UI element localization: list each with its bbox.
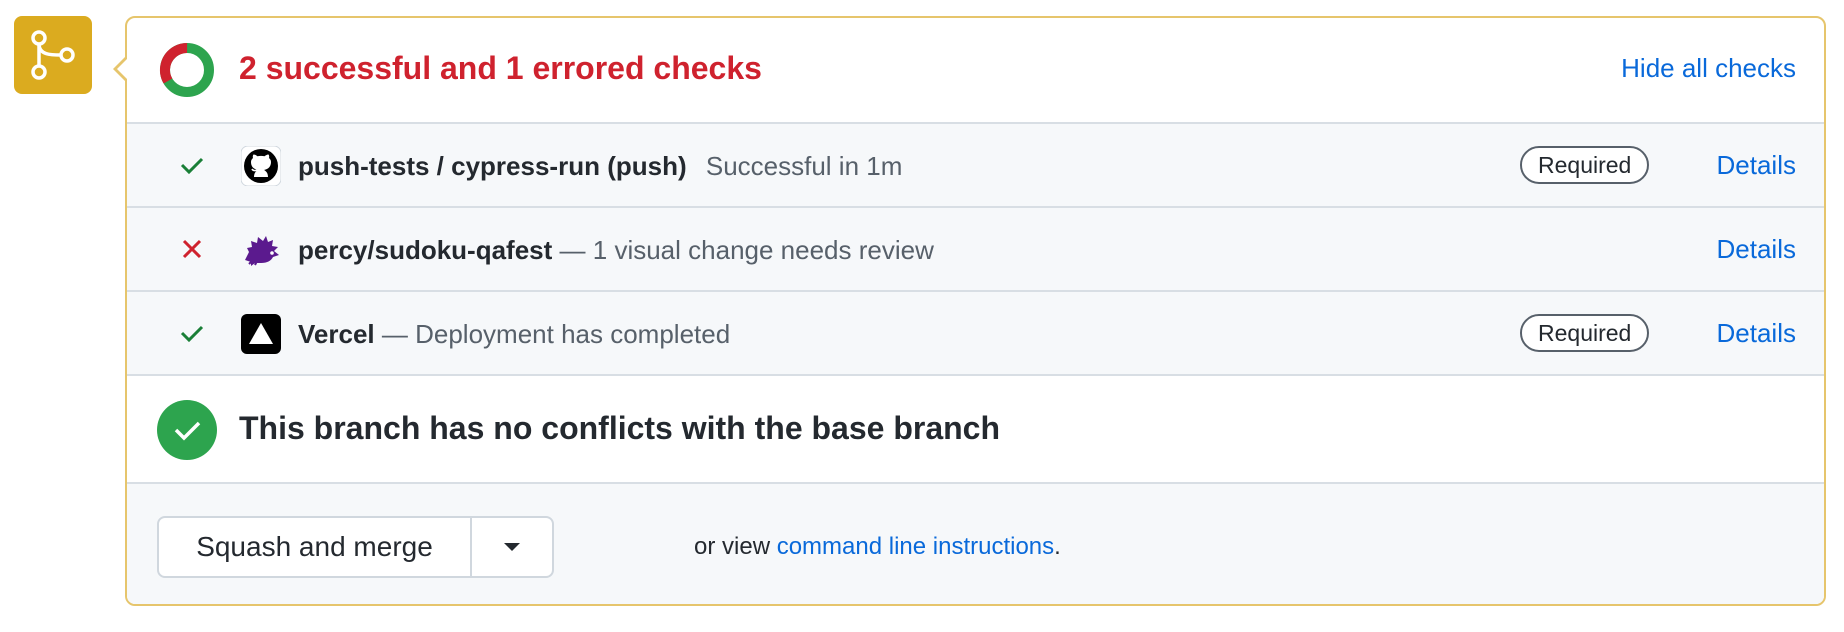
command-line-instructions-link[interactable]: command line instructions [777, 533, 1054, 560]
check-name: percy/sudoku-qafest [298, 235, 553, 265]
triangle-down-icon [504, 543, 520, 551]
required-badge: Required [1520, 314, 1650, 352]
check-name: Vercel [298, 319, 375, 349]
check-success-icon [177, 318, 207, 348]
check-name: push-tests / cypress-run (push) [298, 151, 687, 181]
check-separator: — [381, 319, 416, 349]
check-row-text: Vercel — Deployment has completed [298, 314, 730, 354]
merge-note-suffix: . [1054, 533, 1061, 560]
no-conflicts-text: This branch has no conflicts with the ba… [239, 410, 1001, 446]
merge-box-root: 2 successful and 1 errored checks Hide a… [0, 0, 1844, 632]
checks-status-donut-icon [160, 43, 214, 97]
merge-note: or view command line instructions. [694, 531, 1061, 563]
check-success-icon [177, 150, 207, 180]
no-conflicts-row: This branch has no conflicts with the ba… [127, 376, 1824, 484]
check-separator: — [559, 235, 593, 265]
check-details-link[interactable]: Details [1717, 232, 1796, 266]
check-details-link[interactable]: Details [1717, 148, 1796, 182]
check-row: percy/sudoku-qafest — 1 visual change ne… [127, 208, 1824, 292]
check-description: Successful in 1m [705, 151, 903, 181]
merge-button-group: Squash and merge [157, 516, 554, 578]
check-row: Vercel — Deployment has completed Requir… [127, 292, 1824, 376]
check-description: 1 visual change needs review [592, 235, 934, 265]
merge-note-prefix: or view [694, 533, 777, 560]
check-circle-icon [157, 400, 217, 460]
merge-actions-area: Squash and merge or view command line in… [127, 484, 1824, 604]
hide-all-checks-link[interactable]: Hide all checks [1621, 52, 1796, 84]
checks-summary-title: 2 successful and 1 errored checks [239, 50, 762, 86]
check-row-text: percy/sudoku-qafest — 1 visual change ne… [298, 230, 934, 270]
check-details-link[interactable]: Details [1717, 316, 1796, 350]
check-row: push-tests / cypress-run (push) Successf… [127, 124, 1824, 208]
git-merge-icon [14, 16, 92, 94]
github-icon [240, 145, 282, 187]
squash-and-merge-button[interactable]: Squash and merge [159, 518, 472, 576]
checks-summary-header: 2 successful and 1 errored checks Hide a… [127, 18, 1824, 124]
check-row-text: push-tests / cypress-run (push) Successf… [298, 146, 902, 186]
percy-hedgehog-icon [241, 230, 281, 270]
merge-checks-panel: 2 successful and 1 errored checks Hide a… [113, 16, 1826, 606]
required-badge: Required [1520, 146, 1650, 184]
check-error-icon [177, 234, 207, 264]
vercel-triangle-icon [241, 314, 281, 354]
check-description: Deployment has completed [415, 319, 731, 349]
merge-method-dropdown[interactable] [472, 518, 552, 576]
